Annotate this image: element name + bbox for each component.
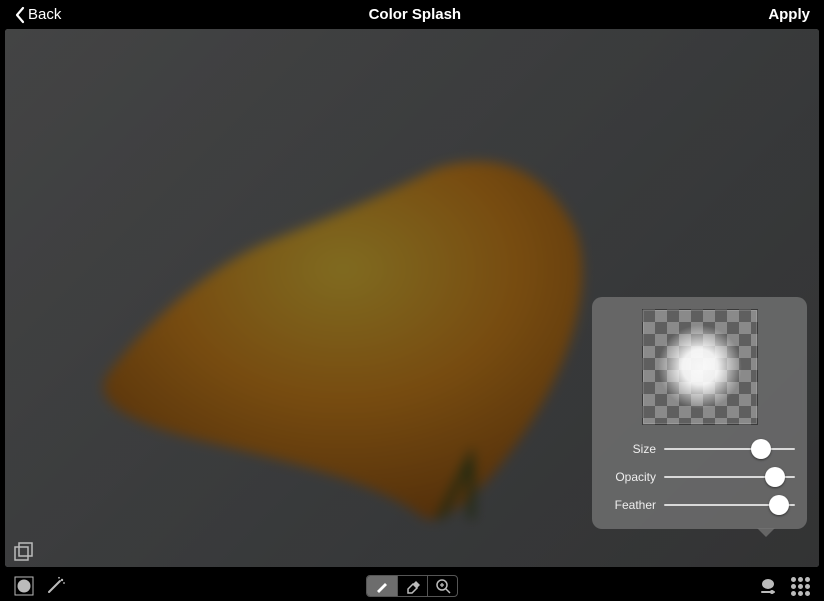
footer-toolbar bbox=[0, 571, 824, 601]
header: Back Color Splash Apply bbox=[0, 0, 824, 29]
size-slider[interactable] bbox=[664, 439, 795, 459]
apply-button[interactable]: Apply bbox=[768, 6, 810, 23]
size-slider-knob[interactable] bbox=[751, 439, 771, 459]
chevron-left-icon bbox=[14, 6, 26, 24]
canvas[interactable]: Size Opacity Feather bbox=[5, 29, 819, 567]
opacity-slider-row: Opacity bbox=[604, 467, 795, 487]
back-button[interactable]: Back bbox=[14, 6, 61, 24]
magic-wand-button[interactable] bbox=[44, 574, 68, 598]
opacity-slider[interactable] bbox=[664, 467, 795, 487]
circle-tool-icon bbox=[14, 576, 34, 596]
feather-slider-knob[interactable] bbox=[769, 495, 789, 515]
eraser-mode-button[interactable] bbox=[397, 576, 427, 596]
layers-button[interactable] bbox=[13, 541, 35, 563]
back-label: Back bbox=[28, 6, 61, 23]
apps-grid-button[interactable] bbox=[788, 574, 812, 598]
shape-tool-button[interactable] bbox=[12, 574, 36, 598]
eraser-icon bbox=[405, 578, 421, 594]
size-label: Size bbox=[604, 442, 656, 456]
brush-preview bbox=[642, 309, 758, 425]
brush-mode-button[interactable] bbox=[367, 576, 397, 596]
brush-settings-panel: Size Opacity Feather bbox=[592, 297, 807, 529]
layers-icon bbox=[13, 541, 35, 563]
mode-segmented-control bbox=[366, 575, 458, 597]
zoom-in-icon bbox=[435, 578, 451, 594]
opacity-slider-knob[interactable] bbox=[765, 467, 785, 487]
brush-icon bbox=[374, 578, 390, 594]
size-slider-row: Size bbox=[604, 439, 795, 459]
feather-label: Feather bbox=[604, 498, 656, 512]
opacity-label: Opacity bbox=[604, 470, 656, 484]
brush-settings-icon bbox=[758, 576, 778, 596]
feather-slider[interactable] bbox=[664, 495, 795, 515]
zoom-mode-button[interactable] bbox=[427, 576, 457, 596]
feather-slider-row: Feather bbox=[604, 495, 795, 515]
brush-settings-button[interactable] bbox=[756, 574, 780, 598]
magic-wand-icon bbox=[45, 576, 67, 596]
page-title: Color Splash bbox=[369, 6, 462, 23]
apps-grid-icon bbox=[791, 577, 810, 596]
